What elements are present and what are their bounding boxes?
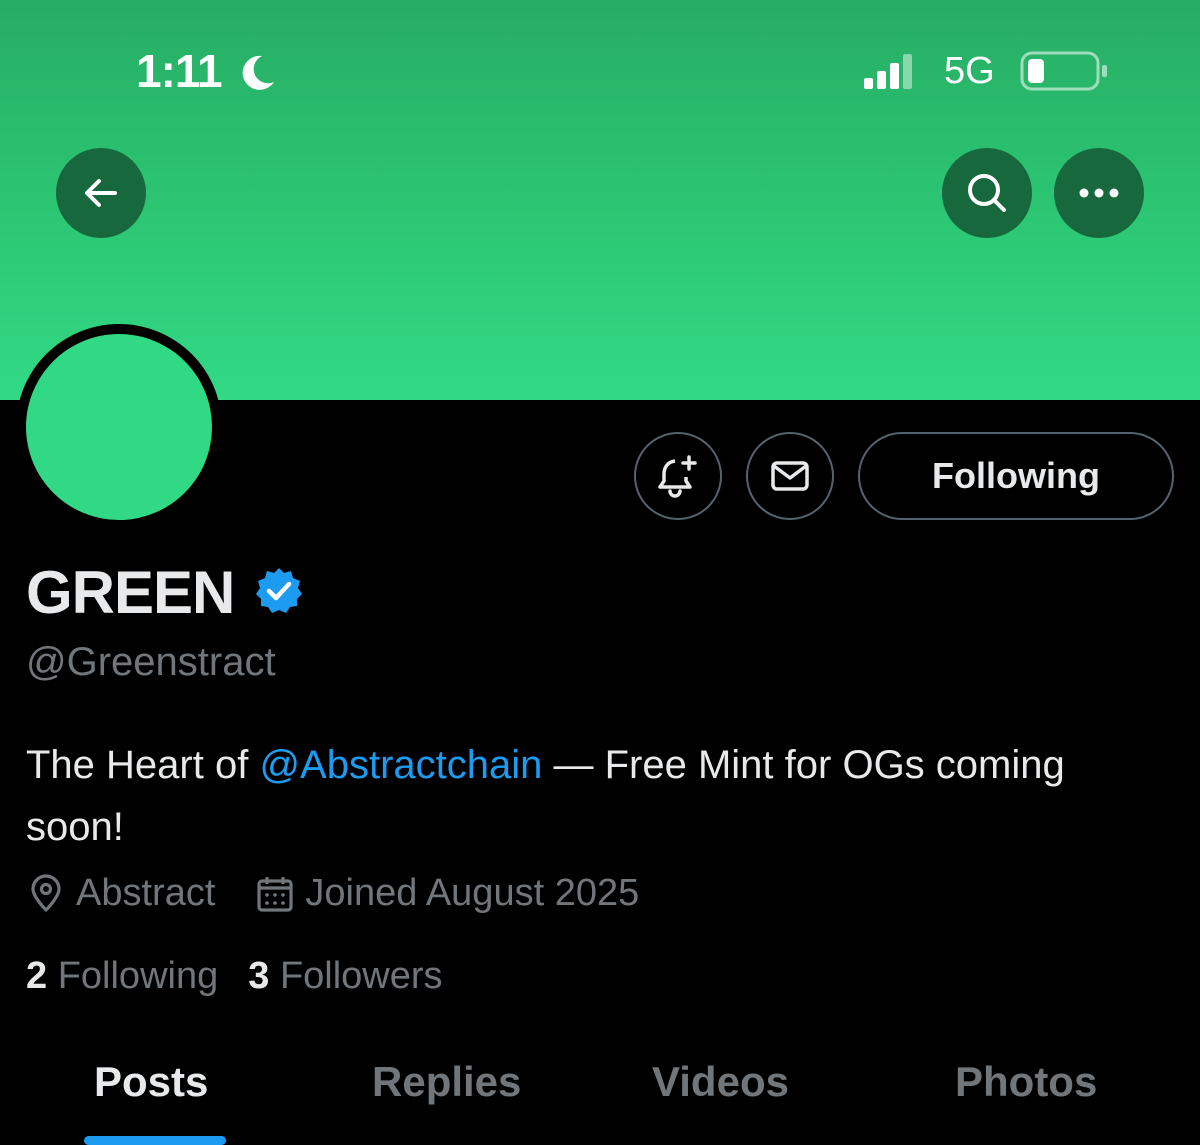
following-count-link[interactable]: 2 Following: [26, 955, 218, 998]
following-label: Following: [57, 955, 219, 997]
bell-plus-icon: [658, 455, 697, 498]
location-pin-icon: [31, 873, 61, 912]
profile-meta: Abstract Joined August 2025: [26, 872, 679, 915]
more-options-button[interactable]: [1054, 148, 1144, 238]
joined-item: Joined August 2025: [255, 872, 639, 915]
profile-tabs: Posts Replies Videos Photos: [0, 1040, 1200, 1145]
following-count: 2: [26, 955, 48, 997]
avatar[interactable]: [16, 324, 222, 530]
search-icon: [968, 174, 1006, 212]
profile-bio: The Heart of @Abstractchain — Free Mint …: [26, 734, 1146, 858]
network-label: 5G: [944, 50, 995, 92]
back-button[interactable]: [56, 148, 146, 238]
notify-button[interactable]: [634, 432, 722, 520]
location-text: Abstract: [76, 872, 216, 914]
battery-icon: [1020, 51, 1107, 91]
profile-handle: @Greenstract: [26, 640, 276, 684]
display-name: GREEN: [26, 559, 235, 626]
more-horizontal-icon: [1079, 188, 1119, 198]
joined-text: Joined August 2025: [305, 872, 640, 914]
message-button[interactable]: [746, 432, 834, 520]
bio-mention-link[interactable]: @Abstractchain: [259, 743, 542, 787]
tab-photos[interactable]: Photos: [955, 1058, 1097, 1106]
profile-stats: 2 Following 3 Followers: [26, 955, 473, 998]
calendar-icon: [257, 876, 293, 912]
verified-badge-icon[interactable]: [254, 566, 304, 616]
arrow-left-icon: [85, 179, 117, 207]
moon-icon: [242, 55, 274, 90]
search-button[interactable]: [942, 148, 1032, 238]
followers-count-link[interactable]: 3 Followers: [248, 955, 442, 998]
followers-count: 3: [248, 955, 270, 997]
envelope-icon: [771, 461, 809, 491]
tab-posts[interactable]: Posts: [94, 1058, 208, 1106]
followers-label: Followers: [279, 955, 443, 997]
status-time: 1:11: [136, 45, 223, 97]
bio-text: The Heart of: [26, 743, 260, 787]
avatar-image: [26, 334, 212, 520]
active-tab-indicator: [84, 1136, 226, 1145]
location-item: Abstract: [26, 872, 215, 915]
following-button[interactable]: Following: [858, 432, 1174, 520]
signal-icon: [864, 54, 912, 89]
tab-videos[interactable]: Videos: [652, 1058, 789, 1106]
tab-replies[interactable]: Replies: [372, 1058, 521, 1106]
